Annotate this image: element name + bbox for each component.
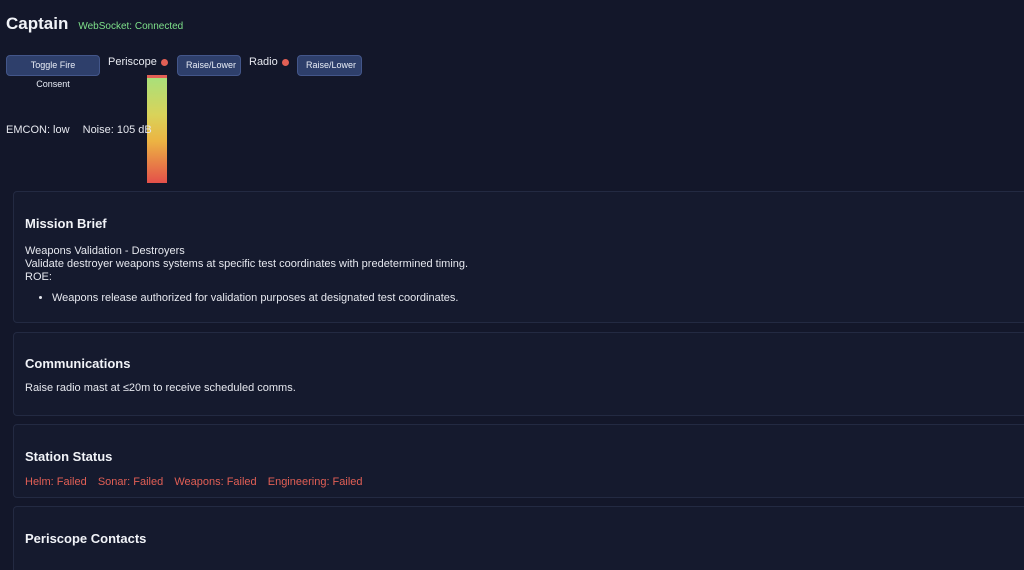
emcon-noise-row: EMCON: low Noise: 105 dB xyxy=(6,124,152,136)
periscope-contacts-title: Periscope Contacts xyxy=(25,531,147,546)
header: Captain WebSocket: Connected xyxy=(6,14,183,34)
mission-brief-title: Mission Brief xyxy=(25,216,107,231)
station-status-panel: Station Status Helm: Failed Sonar: Faile… xyxy=(13,424,1024,498)
sonar-status: Sonar: Failed xyxy=(97,476,164,488)
emcon-level: EMCON: low xyxy=(6,124,70,136)
mission-brief-body: Weapons Validation - Destroyers Validate… xyxy=(25,245,1021,305)
periscope-meter-cap xyxy=(147,75,167,78)
communications-title: Communications xyxy=(25,356,131,371)
periscope-label: Periscope xyxy=(108,56,157,68)
station-status-title: Station Status xyxy=(25,449,113,464)
radio-label: Radio xyxy=(249,56,278,68)
weapons-status: Weapons: Failed xyxy=(174,476,257,488)
periscope-contacts-panel: Periscope Contacts xyxy=(13,506,1024,570)
helm-status: Helm: Failed xyxy=(25,476,87,488)
roe-list: Weapons release authorized for validatio… xyxy=(25,292,1021,305)
radio-raise-lower-button[interactable]: Raise/Lower xyxy=(297,55,362,76)
station-status-row: Helm: Failed Sonar: Failed Weapons: Fail… xyxy=(25,476,1021,488)
periscope-indicator-dot-icon xyxy=(161,59,168,66)
toggle-fire-consent-button[interactable]: Toggle Fire Consent xyxy=(6,55,100,89)
websocket-status: WebSocket: Connected xyxy=(78,21,184,32)
mission-description: Validate destroyer weapons systems at sp… xyxy=(25,258,469,270)
periscope-raise-lower-button[interactable]: Raise/Lower xyxy=(177,55,241,76)
mission-name: Weapons Validation - Destroyers xyxy=(25,245,185,257)
captain-page: Captain WebSocket: Connected Toggle Fire… xyxy=(0,0,1024,570)
communications-panel: Communications Raise radio mast at ≤20m … xyxy=(13,332,1024,416)
engineering-status: Engineering: Failed xyxy=(267,476,363,488)
communications-text: Raise radio mast at ≤20m to receive sche… xyxy=(25,382,296,394)
page-title: Captain xyxy=(6,14,69,33)
roe-item: Weapons release authorized for validatio… xyxy=(52,292,1021,305)
mission-brief-panel: Mission Brief Weapons Validation - Destr… xyxy=(13,191,1024,323)
noise-level: Noise: 105 dB xyxy=(82,124,152,136)
roe-label: ROE: xyxy=(25,271,52,283)
radio-indicator-dot-icon xyxy=(282,59,289,66)
